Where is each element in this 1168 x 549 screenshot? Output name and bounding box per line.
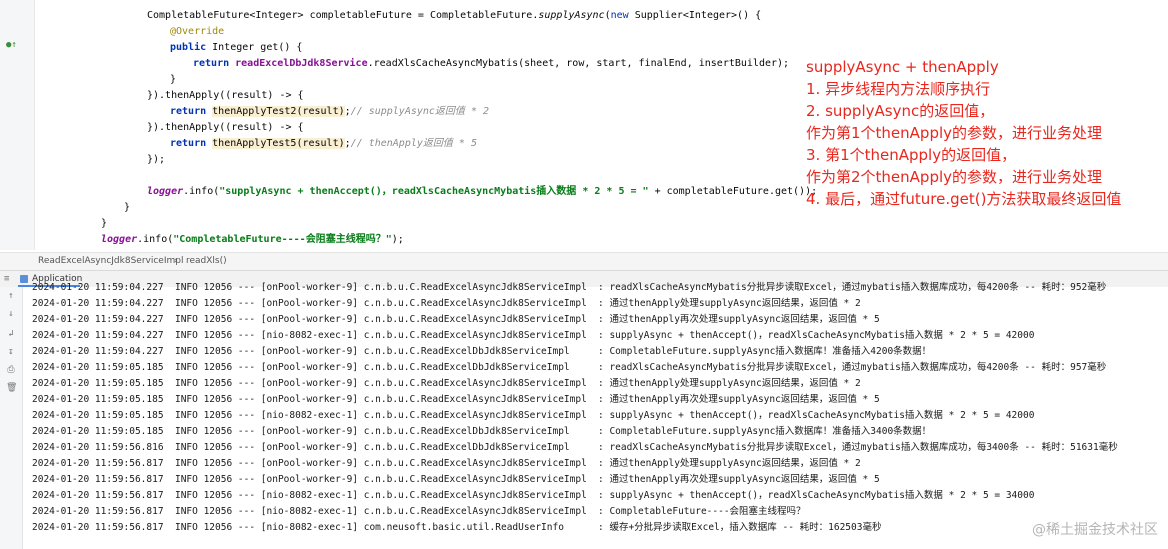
code-line-13: } <box>101 218 108 229</box>
code-line-3: public Integer get() { <box>170 42 303 53</box>
annotation-line: 作为第1个thenApply的参数，进行业务处理 <box>806 124 1103 142</box>
override-icon[interactable]: ●↑ <box>6 40 22 52</box>
log-line: 2024-01-20 11:59:05.185 INFO 12056 --- [… <box>32 426 932 437</box>
code-line-11: logger.info("supplyAsync + thenAccept()，… <box>147 186 818 197</box>
log-line: 2024-01-20 11:59:04.227 INFO 12056 --- [… <box>32 282 1107 293</box>
annotation-line: 4. 最后，通过future.get()方法获取最终返回值 <box>806 190 1122 208</box>
trash-icon[interactable]: 🗑 <box>6 383 17 393</box>
log-line: 2024-01-20 11:59:56.816 INFO 12056 --- [… <box>32 442 1118 453</box>
console-toolbar: ↑ ↓ ↲ ↧ ⎙ 🗑 <box>0 287 23 549</box>
console-output[interactable]: ↑ ↓ ↲ ↧ ⎙ 🗑 2024-01-20 11:59:04.227 INFO… <box>0 282 1168 549</box>
annotation-line: 作为第2个thenApply的参数，进行业务处理 <box>806 168 1103 186</box>
menu-icon[interactable]: ≡ <box>4 274 9 284</box>
code-line-6: }).thenApply((result) -> { <box>147 90 304 101</box>
annotation-line: 1. 异步线程内方法顺序执行 <box>806 80 991 98</box>
wrap-icon[interactable]: ↲ <box>6 329 16 339</box>
print-icon[interactable]: ⎙ <box>6 365 16 375</box>
log-line: 2024-01-20 11:59:56.817 INFO 12056 --- [… <box>32 522 882 533</box>
log-line: 2024-01-20 11:59:56.817 INFO 12056 --- [… <box>32 506 806 517</box>
log-line: 2024-01-20 11:59:56.817 INFO 12056 --- [… <box>32 474 880 485</box>
watermark: @稀土掘金技术社区 <box>1032 522 1158 538</box>
code-line-7: return thenApplyTest2(result);// supplyA… <box>170 106 490 117</box>
log-line: 2024-01-20 11:59:05.185 INFO 12056 --- [… <box>32 362 1107 373</box>
annotation-note: supplyAsync + thenApply 1. 异步线程内方法顺序执行 2… <box>806 56 1121 210</box>
breadcrumb-class[interactable]: ReadExcelAsyncJdk8ServiceImpl <box>38 256 183 266</box>
log-line: 2024-01-20 11:59:05.185 INFO 12056 --- [… <box>32 410 1035 421</box>
log-line: 2024-01-20 11:59:05.185 INFO 12056 --- [… <box>32 378 861 389</box>
scroll-end-icon[interactable]: ↧ <box>6 347 16 357</box>
annotation-line: 3. 第1个thenApply的返回值， <box>806 146 1017 164</box>
breadcrumb: ReadExcelAsyncJdk8ServiceImpl › readXls(… <box>0 252 1168 270</box>
log-line: 2024-01-20 11:59:56.817 INFO 12056 --- [… <box>32 490 1035 501</box>
annotation-line: 2. supplyAsync的返回值， <box>806 102 995 120</box>
code-line-9: return thenApplyTest5(result);// thenApp… <box>170 138 477 149</box>
breadcrumb-method[interactable]: readXls() <box>186 256 227 266</box>
code-line-12: } <box>124 202 131 213</box>
code-line-14: logger.info("CompletableFuture----会阻塞主线程… <box>101 234 404 245</box>
log-line: 2024-01-20 11:59:05.185 INFO 12056 --- [… <box>32 394 880 405</box>
code-line-2: @Override <box>170 26 225 37</box>
log-line: 2024-01-20 11:59:04.227 INFO 12056 --- [… <box>32 346 932 357</box>
up-arrow-icon[interactable]: ↑ <box>6 291 16 301</box>
code-line-4: return readExcelDbJdk8Service.readXlsCac… <box>193 58 790 69</box>
application-icon <box>20 275 28 283</box>
annotation-line: supplyAsync + thenApply <box>806 58 999 76</box>
log-line: 2024-01-20 11:59:04.227 INFO 12056 --- [… <box>32 298 861 309</box>
breadcrumb-separator: › <box>174 256 178 266</box>
log-line: 2024-01-20 11:59:04.227 INFO 12056 --- [… <box>32 314 880 325</box>
down-arrow-icon[interactable]: ↓ <box>6 309 16 319</box>
code-line-10: }); <box>147 154 166 165</box>
log-line: 2024-01-20 11:59:04.227 INFO 12056 --- [… <box>32 330 1035 341</box>
log-line: 2024-01-20 11:59:56.817 INFO 12056 --- [… <box>32 458 861 469</box>
code-line-8: }).thenApply((result) -> { <box>147 122 304 133</box>
code-line-5: } <box>170 74 177 85</box>
editor-gutter: ●↑ <box>0 0 35 250</box>
code-line-1: CompletableFuture<Integer> completableFu… <box>147 10 762 21</box>
